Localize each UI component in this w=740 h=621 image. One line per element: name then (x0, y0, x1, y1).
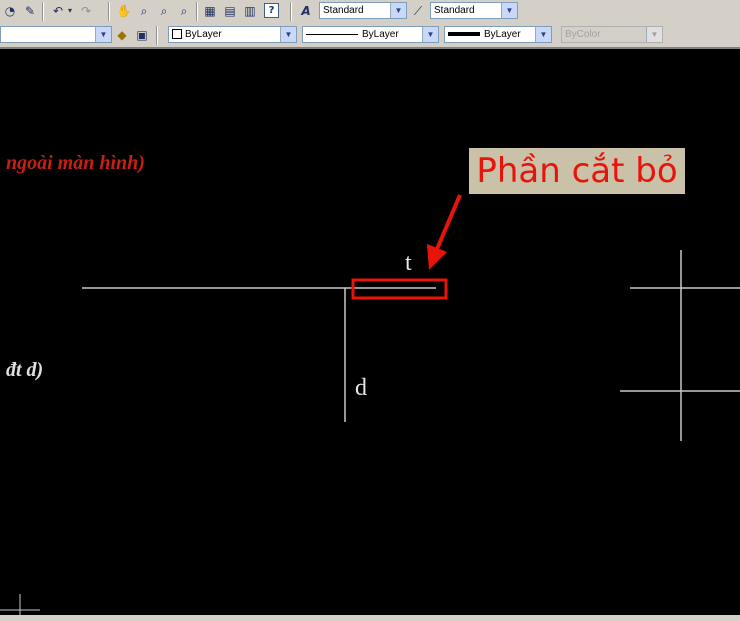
linetype-preview (306, 33, 358, 35)
redo-icon[interactable]: ↷ (78, 3, 94, 19)
status-bar (0, 615, 740, 621)
toolbar-separator (42, 2, 44, 21)
properties-toolbar: ▼ ◆ ▣ ByLayer ▼ ByLayer ▼ ByLayer ▼ ByCo… (0, 23, 740, 49)
chevron-down-icon[interactable]: ▼ (95, 27, 111, 42)
color-swatch (172, 29, 182, 40)
zoom-window-icon[interactable]: ⌕ (156, 3, 172, 19)
chevron-down-icon[interactable]: ▼ (422, 27, 438, 42)
toolbar-separator (196, 2, 198, 21)
dim-style-value: Standard (434, 5, 475, 16)
lineweight-value: ByLayer (484, 29, 521, 40)
callout-arrow-shaft (435, 194, 462, 250)
toolbar-separator (108, 2, 110, 21)
layer-select[interactable]: ▼ (0, 26, 112, 43)
chevron-down-icon[interactable]: ▼ (390, 3, 406, 18)
label-d: d (355, 375, 367, 401)
dim-style-icon[interactable]: ⟋ (410, 3, 426, 19)
pan-icon[interactable]: ✋ (116, 3, 132, 19)
white-note-text: đt d) (6, 359, 44, 381)
plotstyle-value: ByColor (565, 29, 601, 40)
layer-icon[interactable]: ▣ (134, 27, 150, 43)
label-t: t (405, 250, 412, 276)
color-value: ByLayer (185, 29, 222, 40)
lineweight-select[interactable]: ByLayer ▼ (444, 26, 552, 43)
zoom-realtime-icon[interactable]: ⌕ (136, 3, 152, 19)
undo-icon[interactable]: ↶ (50, 3, 66, 19)
toolbar-separator (290, 2, 292, 21)
zoom-previous-icon[interactable]: ⌕ (176, 3, 192, 19)
callout-label: Phần cắt bỏ (469, 148, 685, 194)
design-center-icon[interactable]: ▤ (222, 3, 238, 19)
dim-style-select[interactable]: Standard ▼ (430, 2, 518, 19)
layer-previous-icon[interactable]: ◆ (114, 27, 130, 43)
linetype-value: ByLayer (362, 29, 399, 40)
cut-region-highlight (351, 278, 448, 300)
help-icon[interactable]: ? (264, 3, 279, 18)
text-style-icon[interactable]: A (298, 3, 314, 19)
chevron-down-icon[interactable]: ▾ (66, 3, 74, 19)
standard-toolbar: ◔ ✎ ↶ ▾ ↷ ✋ ⌕ ⌕ ⌕ ▦ ▤ ▥ ? A Standard ▼ ⟋… (0, 0, 740, 24)
drawing-canvas[interactable]: ngoài màn hình) đt d) t d (0, 49, 740, 615)
toolbar-separator (156, 26, 158, 45)
red-note-text: ngoài màn hình) (6, 152, 145, 174)
text-style-select[interactable]: Standard ▼ (319, 2, 407, 19)
tool-palettes-icon[interactable]: ▥ (242, 3, 258, 19)
pencil-icon[interactable]: ✎ (22, 3, 38, 19)
chevron-down-icon: ▼ (646, 27, 662, 42)
color-select[interactable]: ByLayer ▼ (168, 26, 297, 43)
lineweight-preview (448, 32, 480, 37)
linetype-select[interactable]: ByLayer ▼ (302, 26, 439, 43)
drawing-svg (0, 194, 740, 615)
chevron-down-icon[interactable]: ▼ (535, 27, 551, 42)
chevron-down-icon[interactable]: ▼ (280, 27, 296, 42)
text-style-value: Standard (323, 5, 364, 16)
match-properties-icon[interactable]: ◔ (2, 3, 18, 19)
properties-icon[interactable]: ▦ (202, 3, 218, 19)
plotstyle-select: ByColor ▼ (561, 26, 663, 43)
chevron-down-icon[interactable]: ▼ (501, 3, 517, 18)
